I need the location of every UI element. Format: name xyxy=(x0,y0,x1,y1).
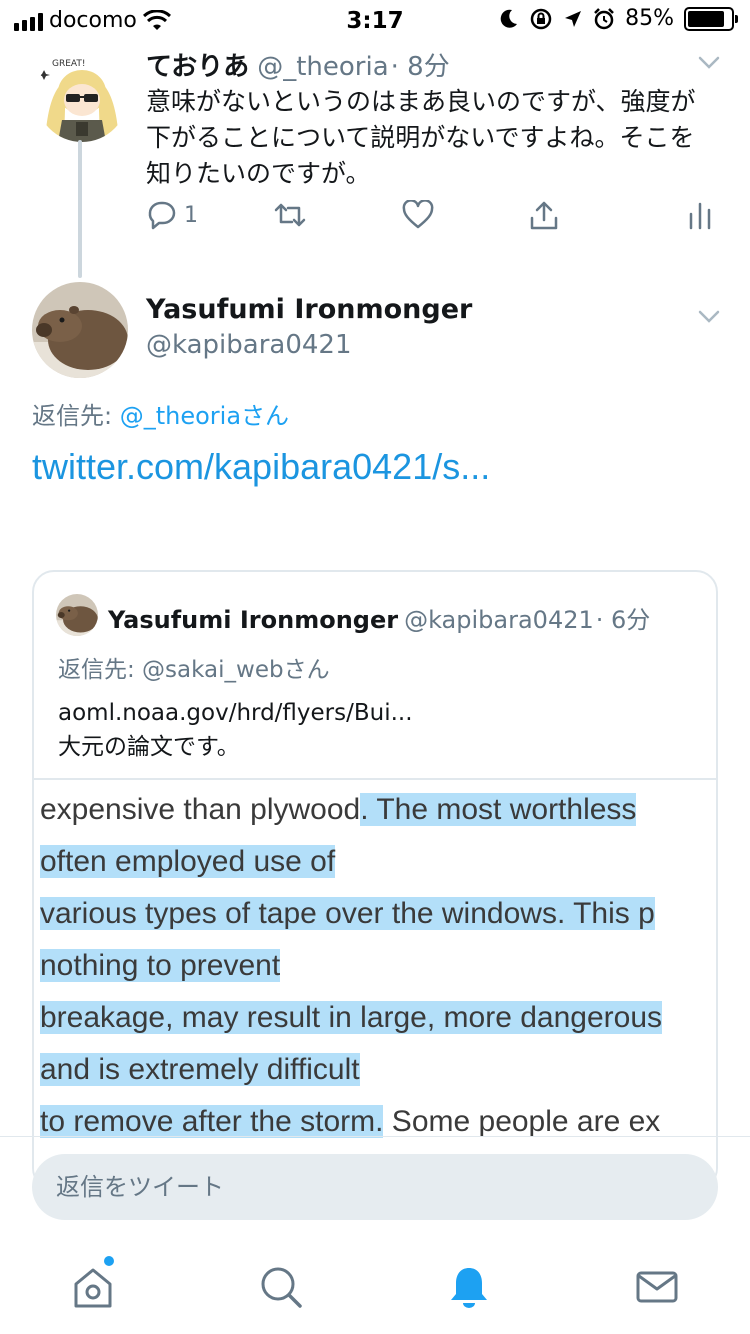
document-text-line: to remove after the storm. Some people a… xyxy=(40,1096,660,1148)
tab-messages[interactable] xyxy=(632,1262,682,1312)
notification-dot xyxy=(104,1256,114,1266)
location-icon xyxy=(565,10,582,27)
chevron-down-icon[interactable] xyxy=(698,310,720,330)
tweet-link[interactable]: twitter.com/kapibara0421/s... xyxy=(32,446,490,488)
retweet-button[interactable] xyxy=(272,200,308,230)
home-icon xyxy=(74,1268,112,1308)
quote-text-line: aoml.noaa.gov/hrd/flyers/Bui... xyxy=(58,700,413,726)
heart-icon xyxy=(402,200,434,229)
share-icon xyxy=(530,201,558,230)
tab-notifications[interactable] xyxy=(444,1262,494,1312)
tweet-header: ておりあ @_theoria· 8分 xyxy=(146,46,450,83)
tweet-text: 意味がないというのはまあ良いのですが、強度が下がることについて説明がないですよね… xyxy=(146,87,696,188)
user-handle[interactable]: @_theoria xyxy=(257,52,388,82)
divider xyxy=(0,1136,750,1137)
search-icon xyxy=(261,1267,302,1308)
document-text-line: often employed use of xyxy=(40,836,336,888)
status-right: 85% xyxy=(499,6,738,31)
document-text-line: and is extremely difficult xyxy=(40,1044,360,1096)
analytics-icon xyxy=(689,202,711,230)
display-name[interactable]: ておりあ xyxy=(146,52,249,82)
analytics-button[interactable] xyxy=(688,200,712,230)
retweet-icon xyxy=(274,203,306,227)
moon-icon xyxy=(500,9,518,28)
avatar[interactable]: GREAT! xyxy=(36,50,128,142)
rotation-lock-icon xyxy=(530,8,552,29)
mail-icon xyxy=(636,1271,678,1303)
alarm-icon xyxy=(594,7,614,29)
tweet-time: · 6分 xyxy=(595,606,651,634)
avatar xyxy=(56,594,98,636)
like-button[interactable] xyxy=(402,200,434,230)
document-text-line: various types of tape over the windows. … xyxy=(40,888,655,940)
reply-input[interactable]: 返信をツイート xyxy=(32,1154,718,1220)
avatar-caption: GREAT! xyxy=(52,59,85,69)
tab-home[interactable] xyxy=(68,1256,118,1312)
display-name[interactable]: Yasufumi Ironmonger xyxy=(146,294,472,325)
tab-bar xyxy=(0,1240,750,1334)
anime-avatar-image: GREAT! xyxy=(36,50,128,142)
quoted-tweet-card[interactable]: Yasufumi Ironmonger @kapibara0421· 6分 返信先… xyxy=(32,570,718,1190)
document-text-line: expensive than plywood. The most worthle… xyxy=(40,784,637,836)
avatar[interactable] xyxy=(32,282,128,378)
user-handle[interactable]: @kapibara0421 xyxy=(146,330,352,360)
highlighted-text: nothing to prevent xyxy=(40,949,281,982)
capybara-avatar-image xyxy=(32,282,128,378)
highlighted-text: often employed use of xyxy=(40,845,336,878)
reply-context: 返信先: @_theoriaさん xyxy=(32,396,289,431)
quote-text: aoml.noaa.gov/hrd/flyers/Bui... 大元の論文です。 xyxy=(58,696,413,764)
reply-icon xyxy=(148,201,176,230)
thread-connector xyxy=(78,140,82,278)
reply-context: 返信先: @sakai_webさん xyxy=(58,657,330,683)
document-text: expensive than plywood xyxy=(40,793,361,826)
reply-count: 1 xyxy=(184,202,198,228)
tweet-time: · 8分 xyxy=(390,52,450,82)
quote-header: Yasufumi Ironmonger @kapibara0421· 6分 xyxy=(108,600,650,635)
quoted-document-image[interactable]: expensive than plywood. The most worthle… xyxy=(34,778,716,1188)
highlighted-text: . The most worthless xyxy=(360,793,637,826)
user-handle: @kapibara0421 xyxy=(404,606,594,634)
quote-text-line: 大元の論文です。 xyxy=(58,734,240,760)
battery-level xyxy=(688,10,724,27)
display-name: Yasufumi Ironmonger xyxy=(108,606,399,634)
document-text-line: breakage, may result in large, more dang… xyxy=(40,992,663,1044)
highlighted-text: and is extremely difficult xyxy=(40,1053,360,1086)
capybara-avatar-image xyxy=(56,594,98,636)
highlighted-text: breakage, may result in large, more dang… xyxy=(40,1001,663,1034)
reply-button[interactable]: 1 xyxy=(146,200,198,230)
battery-icon xyxy=(684,6,738,31)
document-text-line: nothing to prevent xyxy=(40,940,281,992)
tweet-actions: 1 xyxy=(146,200,726,244)
highlighted-text: to remove after the storm. xyxy=(40,1105,384,1138)
reply-to-link[interactable]: @_theoriaさん xyxy=(120,402,289,430)
reply-prefix: 返信先: xyxy=(32,402,120,430)
document-text: Some people are ex xyxy=(383,1105,661,1138)
bell-icon xyxy=(451,1268,487,1308)
tab-search[interactable] xyxy=(256,1262,306,1312)
status-bar: docomo 3:17 85% xyxy=(0,0,750,40)
battery-percent: 85% xyxy=(625,6,674,31)
share-button[interactable] xyxy=(528,200,560,232)
highlighted-text: various types of tape over the windows. … xyxy=(40,897,655,930)
chevron-down-icon[interactable] xyxy=(698,56,720,76)
